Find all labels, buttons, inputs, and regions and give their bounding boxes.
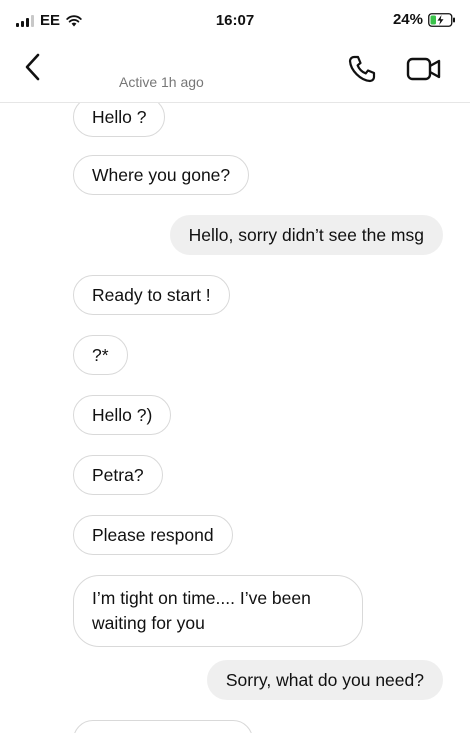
message-incoming[interactable]: Please respond: [73, 515, 233, 555]
message-incoming[interactable]: Petra?: [73, 455, 163, 495]
status-bar: EE 16:07 24%: [0, 0, 470, 40]
message-outgoing[interactable]: Sorry, what do you need?: [206, 660, 443, 700]
battery-charging-icon: [428, 12, 455, 27]
status-right: 24%: [393, 11, 456, 28]
message-incoming[interactable]: Where you gone?: [73, 155, 250, 195]
active-status: Active 1h ago: [119, 74, 204, 90]
chevron-left-icon: [25, 53, 40, 81]
phone-icon: [348, 55, 376, 83]
video-camera-icon: [406, 57, 441, 81]
message-outgoing[interactable]: Hello, sorry didn’t see the msg: [169, 215, 443, 255]
message-incoming[interactable]: Hello ?: [73, 103, 166, 137]
video-call-button[interactable]: [404, 52, 444, 86]
back-button[interactable]: [18, 50, 48, 84]
message-incoming-partial[interactable]: [73, 720, 253, 733]
battery-percentage: 24%: [392, 11, 423, 28]
message-incoming[interactable]: Ready to start !: [73, 275, 230, 315]
message-incoming[interactable]: Hello ?): [73, 395, 172, 435]
message-thread: Hello ? Where you gone? Hello, sorry did…: [0, 103, 470, 733]
message-incoming[interactable]: ?*: [73, 335, 128, 375]
message-incoming[interactable]: I’m tight on time.... I’ve been waiting …: [73, 575, 363, 647]
voice-call-button[interactable]: [345, 52, 379, 86]
chat-header: Active 1h ago: [0, 40, 470, 103]
